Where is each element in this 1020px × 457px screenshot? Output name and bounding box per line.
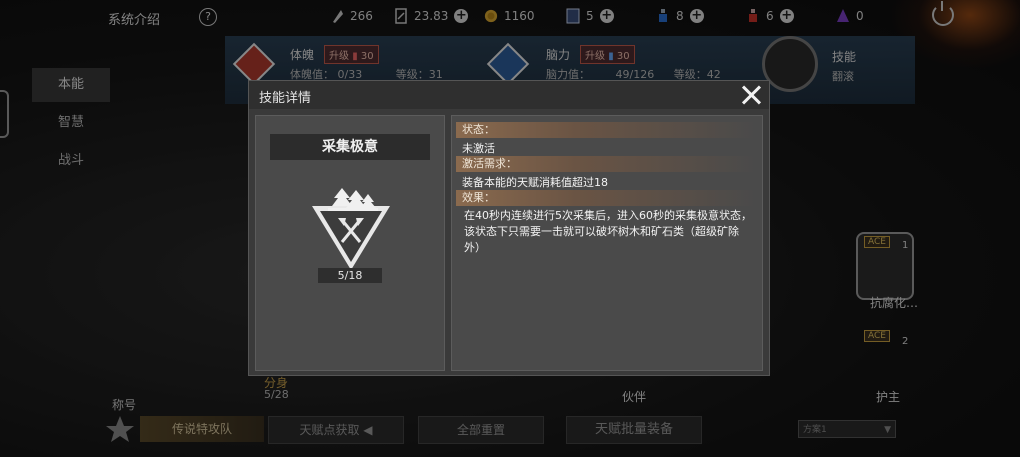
effect-heading: 效果： <box>456 190 756 206</box>
skill-info-panel: 状态： 未激活 激活需求： 装备本能的天赋消耗值超过18 效果： 在40秒内连续… <box>451 115 763 371</box>
requirement-heading: 激活需求： <box>456 156 756 172</box>
effect-description: 在40秒内连续进行5次采集后，进入60秒的采集极意状态，该状态下只需要一击就可以… <box>464 209 752 254</box>
close-icon[interactable] <box>739 83 763 107</box>
skill-name: 采集极意 <box>270 134 430 160</box>
status-heading: 状态： <box>456 122 756 138</box>
status-value: 未激活 <box>462 142 495 155</box>
skill-progress: 5/18 <box>318 268 382 283</box>
dialog-title: 技能详情 <box>259 91 312 106</box>
dialog-header: 技能详情 <box>249 81 769 109</box>
skill-detail-dialog: 技能详情 采集极意 5/18 状态： 未激活 激活需求： 装备本能的天赋消耗值超… <box>248 80 770 376</box>
tree-axe-icon <box>312 188 390 270</box>
skill-card: 采集极意 5/18 <box>255 115 445 371</box>
requirement-value: 装备本能的天赋消耗值超过18 <box>462 176 608 189</box>
